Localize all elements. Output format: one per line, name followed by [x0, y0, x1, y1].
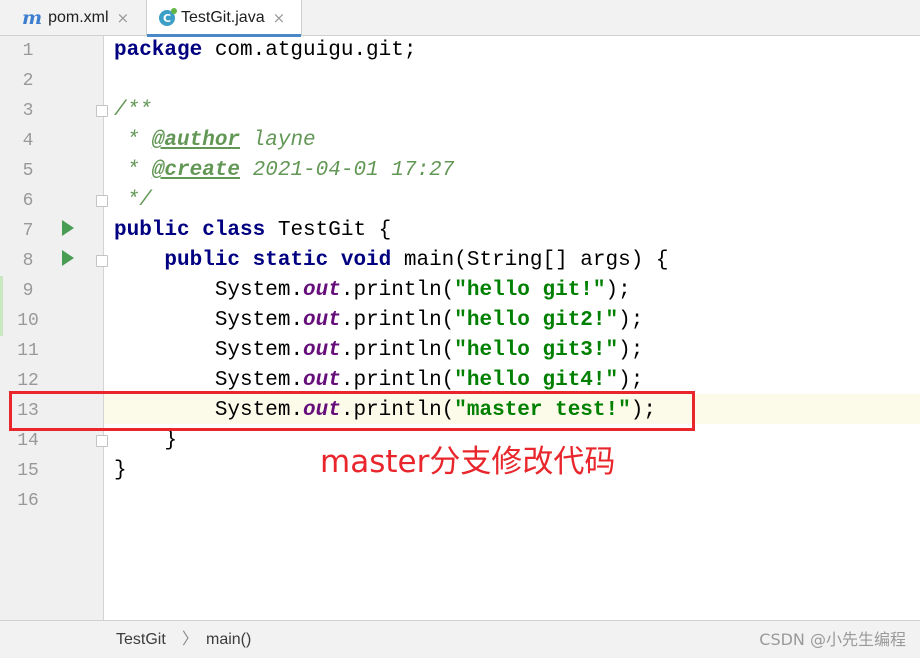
- static-field: out: [303, 339, 341, 362]
- method-call: .println(: [340, 369, 455, 392]
- code-line-15: }: [114, 456, 127, 486]
- method-signature: main(String[] args) {: [391, 249, 669, 272]
- line-number: 1: [22, 41, 34, 61]
- watermark: CSDN @小先生编程: [759, 630, 906, 649]
- tab-label: pom.xml: [48, 8, 109, 26]
- doc-tag-value: 2021-04-01 17:27: [240, 159, 455, 182]
- run-icon[interactable]: [62, 250, 74, 266]
- punctuation: );: [618, 309, 644, 332]
- vcs-change-marker[interactable]: [0, 276, 3, 336]
- string-literal: "hello git3!": [454, 339, 619, 362]
- package-name: com.atguigu.git;: [202, 39, 417, 62]
- static-field: out: [303, 309, 341, 332]
- string-literal: "hello git4!": [454, 369, 619, 392]
- tab-label: TestGit.java: [181, 9, 265, 26]
- static-field: out: [303, 279, 341, 302]
- method-call: .println(: [340, 309, 455, 332]
- code-line-1: package com.atguigu.git;: [114, 36, 416, 66]
- code-line-4: * @author layne: [114, 126, 316, 156]
- punctuation: );: [618, 339, 644, 362]
- line-number: 15: [17, 461, 39, 481]
- class-declaration: TestGit {: [265, 219, 392, 242]
- code-line-10: System.out.println("hello git2!");: [114, 306, 644, 336]
- java-class-icon: C: [159, 8, 177, 26]
- code-line-7: public class TestGit {: [114, 216, 391, 246]
- editor-gutter[interactable]: 1 2 3 4 5 6 7 8 9 10 11 12 13 14 15 16: [0, 36, 108, 620]
- line-number: 11: [17, 341, 39, 361]
- doc-tag-value: layne: [240, 129, 316, 152]
- method-call: .println(: [340, 279, 455, 302]
- punctuation: );: [605, 279, 631, 302]
- line-number: 10: [17, 311, 39, 331]
- class-ref: System.: [214, 369, 304, 392]
- breadcrumb-method[interactable]: main(): [206, 621, 251, 658]
- close-icon[interactable]: ×: [117, 9, 130, 27]
- doc-comment: */: [114, 189, 152, 212]
- class-ref: System.: [214, 279, 304, 302]
- keyword: public static void: [164, 249, 392, 272]
- tab-testgit-java[interactable]: C TestGit.java ×: [146, 0, 302, 37]
- line-number: 2: [22, 71, 34, 91]
- breadcrumb-class[interactable]: TestGit: [116, 621, 166, 658]
- punctuation: );: [618, 369, 644, 392]
- line-number: 16: [17, 491, 39, 511]
- doc-comment: /**: [114, 99, 152, 122]
- line-number: 4: [22, 131, 34, 151]
- line-number: 7: [22, 221, 34, 241]
- class-ref: System.: [214, 339, 304, 362]
- breadcrumb: TestGit 〉 main() CSDN @小先生编程: [0, 620, 920, 658]
- code-line-5: * @create 2021-04-01 17:27: [114, 156, 455, 186]
- line-number: 3: [22, 101, 34, 121]
- line-number: 5: [22, 161, 34, 181]
- string-literal: "hello git!": [454, 279, 606, 302]
- line-number: 8: [22, 251, 34, 271]
- run-icon[interactable]: [62, 220, 74, 236]
- code-line-9: System.out.println("hello git!");: [114, 276, 631, 306]
- doc-comment: *: [114, 129, 152, 152]
- maven-m-icon: m: [22, 6, 43, 29]
- code-editor[interactable]: package com.atguigu.git; /** * @author l…: [104, 36, 920, 620]
- line-number: 9: [22, 281, 34, 301]
- highlight-box: [9, 391, 695, 431]
- close-icon[interactable]: ×: [273, 9, 286, 27]
- closing-brace: }: [114, 459, 127, 482]
- line-number: 6: [22, 191, 34, 211]
- doc-comment: *: [114, 159, 152, 182]
- code-line-11: System.out.println("hello git3!");: [114, 336, 644, 366]
- doc-tag: @create: [151, 159, 241, 182]
- keyword: package: [114, 39, 203, 62]
- editor-tab-bar: m pom.xml × C TestGit.java ×: [0, 0, 920, 37]
- doc-tag: @author: [151, 129, 241, 152]
- class-ref: System.: [214, 309, 304, 332]
- code-line-3: /**: [114, 96, 152, 126]
- string-literal: "hello git2!": [454, 309, 619, 332]
- closing-brace: }: [114, 429, 178, 452]
- code-line-8: public static void main(String[] args) {: [114, 246, 669, 276]
- code-line-6: */: [114, 186, 152, 216]
- static-field: out: [303, 369, 341, 392]
- method-call: .println(: [340, 339, 455, 362]
- breadcrumb-separator: 〉: [182, 631, 199, 648]
- tab-pom-xml[interactable]: m pom.xml ×: [0, 0, 146, 35]
- annotation-label: master分支修改代码: [320, 444, 616, 480]
- keyword: public class: [114, 219, 266, 242]
